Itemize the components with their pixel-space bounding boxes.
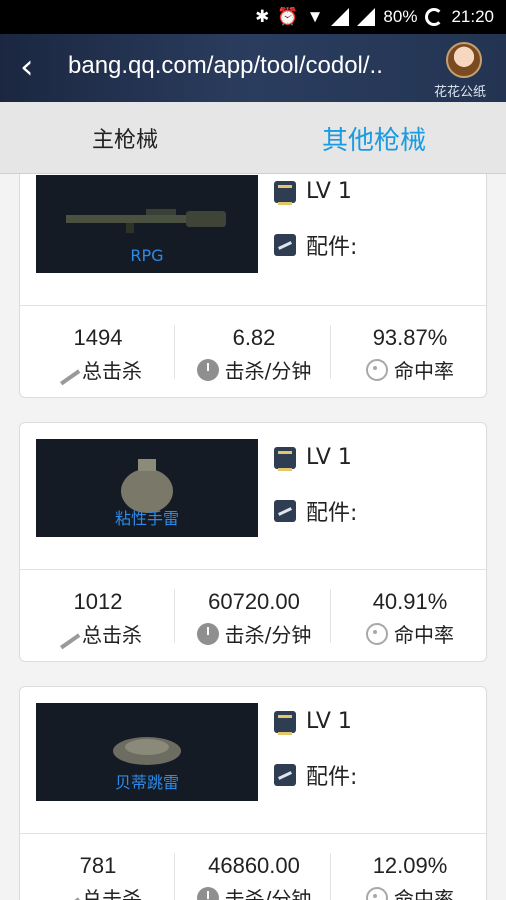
divider <box>20 305 486 306</box>
stat-value: 781 <box>79 853 117 878</box>
stat-accuracy: 40.91% 命中率 <box>332 589 488 648</box>
stat-value: 40.91% <box>372 589 448 614</box>
stat-value: 46860.00 <box>208 853 300 878</box>
clock: 21:20 <box>451 7 494 26</box>
divider <box>330 325 331 379</box>
parts-label: 配件: <box>306 235 358 260</box>
rank-icon <box>274 180 296 205</box>
stat-total-kills: 1012 总击杀 <box>20 589 176 649</box>
parts-row: 配件: <box>274 759 357 791</box>
battery-icon <box>425 8 444 26</box>
weapon-level: LV 1 <box>306 179 352 204</box>
gun-icon <box>49 882 81 900</box>
weapon-card[interactable]: RPG LV 1 配件: 1494 总击杀 6.82 击杀/分钟 93.87% … <box>19 174 487 398</box>
level-row: LV 1 <box>274 179 352 205</box>
signal-icon-2 <box>357 8 376 26</box>
stat-label: 命中率 <box>394 887 454 900</box>
divider <box>20 833 486 834</box>
parts-icon <box>274 234 296 256</box>
stat-total-kills: 1494 总击杀 <box>20 325 176 385</box>
weapon-card[interactable]: 贝蒂跳雷 LV 1 配件: 781 总击杀 46860.00 击杀/分钟 12.… <box>19 686 487 900</box>
stat-value: 1012 <box>73 589 123 614</box>
weapon-level: LV 1 <box>306 709 352 734</box>
back-icon[interactable]: ‹ <box>20 50 34 84</box>
gun-icon <box>49 618 81 649</box>
parts-row: 配件: <box>274 229 357 261</box>
divider <box>330 853 331 900</box>
avatar-label: 花花公纸 <box>434 85 487 100</box>
divider <box>174 589 175 643</box>
parts-icon <box>274 500 296 522</box>
stat-label: 总击杀 <box>82 359 142 383</box>
stat-label: 总击杀 <box>82 623 142 647</box>
clock-icon <box>196 622 219 645</box>
stat-label: 击杀/分钟 <box>224 359 312 383</box>
weapon-name: RPG <box>130 246 164 265</box>
weapon-image: RPG <box>36 175 258 273</box>
stat-label: 击杀/分钟 <box>224 623 312 647</box>
stat-label: 击杀/分钟 <box>224 887 312 900</box>
stat-value: 1494 <box>73 325 123 350</box>
divider <box>330 589 331 643</box>
divider <box>174 325 175 379</box>
divider <box>20 569 486 570</box>
stat-label: 命中率 <box>394 359 454 383</box>
divider <box>174 853 175 900</box>
stat-value: 93.87% <box>372 325 448 350</box>
clock-icon <box>196 886 219 900</box>
wifi-icon: ▼ <box>306 7 324 26</box>
weapon-card[interactable]: 粘性手雷 LV 1 配件: 1012 总击杀 60720.00 击杀/分钟 40… <box>19 422 487 662</box>
parts-label: 配件: <box>306 765 358 790</box>
target-icon <box>366 886 388 900</box>
level-row: LV 1 <box>274 445 352 471</box>
page-url: bang.qq.com/app/tool/codol/.. <box>68 52 383 79</box>
stat-label: 总击杀 <box>82 887 142 900</box>
stat-label: 命中率 <box>394 623 454 647</box>
weapon-level: LV 1 <box>306 445 352 470</box>
target-icon <box>366 622 388 645</box>
stat-kills-per-minute: 46860.00 击杀/分钟 <box>176 853 332 900</box>
app-header: ‹ bang.qq.com/app/tool/codol/.. 花花公纸 <box>0 34 506 102</box>
status-bar: ✱ ⏰ ▼ 80% 21:20 <box>0 0 506 34</box>
gun-icon <box>49 354 81 385</box>
weapon-tabs: 主枪械 其他枪械 <box>0 102 506 174</box>
target-icon <box>366 358 388 381</box>
stat-value: 6.82 <box>232 325 276 350</box>
rank-icon <box>274 446 296 471</box>
avatar[interactable] <box>446 42 482 78</box>
bluetooth-icon: ✱ <box>255 7 270 26</box>
signal-icon <box>331 8 350 26</box>
stat-value: 12.09% <box>372 853 448 878</box>
alarm-icon: ⏰ <box>277 7 299 26</box>
parts-row: 配件: <box>274 495 357 527</box>
weapon-name: 贝蒂跳雷 <box>114 773 179 792</box>
parts-icon <box>274 764 296 786</box>
stat-value: 60720.00 <box>208 589 300 614</box>
weapon-name: 粘性手雷 <box>114 509 179 528</box>
tab-main-weapons[interactable]: 主枪械 <box>92 122 158 154</box>
stat-kills-per-minute: 60720.00 击杀/分钟 <box>176 589 332 648</box>
parts-label: 配件: <box>306 501 358 526</box>
stat-accuracy: 93.87% 命中率 <box>332 325 488 384</box>
clock-icon <box>196 358 219 381</box>
battery-level: 80% <box>383 7 418 26</box>
tab-other-weapons[interactable]: 其他枪械 <box>322 120 426 157</box>
weapon-list: RPG LV 1 配件: 1494 总击杀 6.82 击杀/分钟 93.87% … <box>0 174 506 900</box>
weapon-image: 粘性手雷 <box>36 439 258 537</box>
weapon-image: 贝蒂跳雷 <box>36 703 258 801</box>
stat-kills-per-minute: 6.82 击杀/分钟 <box>176 325 332 384</box>
stat-total-kills: 781 总击杀 <box>20 853 176 900</box>
stat-accuracy: 12.09% 命中率 <box>332 853 488 900</box>
level-row: LV 1 <box>274 709 352 735</box>
rank-icon <box>274 710 296 735</box>
